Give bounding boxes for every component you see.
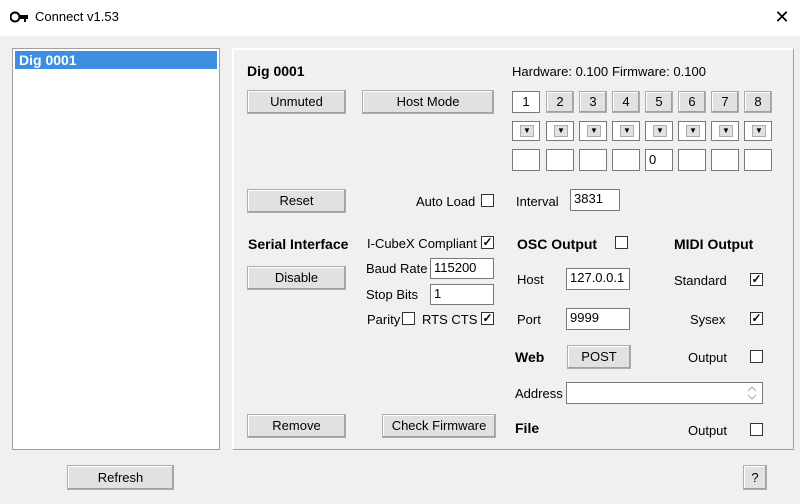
host-label: Host: [517, 272, 544, 287]
channel-4-button[interactable]: 4: [612, 91, 640, 113]
unmuted-button[interactable]: Unmuted: [247, 90, 346, 114]
midi-output-heading: MIDI Output: [674, 236, 754, 252]
web-output-label: Output: [688, 350, 728, 365]
chevron-down-icon: ▼: [686, 125, 700, 137]
midi-sysex-label: Sysex: [690, 312, 726, 327]
spinner-icon[interactable]: [745, 384, 759, 402]
remove-button[interactable]: Remove: [247, 414, 346, 438]
file-output-checkbox[interactable]: [750, 423, 763, 436]
port-input[interactable]: 9999: [566, 308, 630, 330]
address-input[interactable]: [566, 382, 763, 404]
app-icon: [10, 11, 28, 23]
interval-label: Interval: [516, 194, 559, 209]
parity-label: Parity: [367, 312, 401, 327]
stop-bits-input[interactable]: 1: [430, 284, 494, 305]
interval-input[interactable]: 3831: [570, 189, 620, 211]
refresh-button[interactable]: Refresh: [67, 465, 174, 490]
osc-output-checkbox[interactable]: [615, 236, 628, 249]
disable-button[interactable]: Disable: [247, 266, 346, 290]
file-heading: File: [515, 420, 540, 436]
channel-5-dropdown[interactable]: ▼: [645, 121, 673, 141]
midi-sysex-checkbox[interactable]: ✓: [750, 312, 763, 325]
baud-rate-input[interactable]: 115200: [430, 258, 494, 279]
auto-load-checkbox[interactable]: [481, 194, 494, 207]
rts-cts-checkbox[interactable]: ✓: [481, 312, 494, 325]
channel-6-button[interactable]: 6: [678, 91, 706, 113]
help-button[interactable]: ?: [743, 465, 767, 490]
host-input[interactable]: 127.0.0.1: [566, 268, 630, 290]
channel-6-dropdown[interactable]: ▼: [678, 121, 706, 141]
channel-7-dropdown[interactable]: ▼: [711, 121, 739, 141]
device-name: Dig 0001: [247, 63, 305, 79]
chevron-down-icon: ▼: [620, 125, 634, 137]
window-title: Connect v1.53: [35, 9, 119, 24]
address-label: Address: [515, 386, 563, 401]
midi-standard-label: Standard: [674, 273, 727, 288]
channel-8-value[interactable]: [744, 149, 772, 171]
close-icon[interactable]: ✕: [770, 6, 794, 28]
osc-output-heading: OSC Output: [517, 236, 598, 252]
channel-4-dropdown[interactable]: ▼: [612, 121, 640, 141]
device-list-item[interactable]: Dig 0001: [15, 51, 217, 69]
chevron-down-icon: ▼: [587, 125, 601, 137]
rts-cts-label: RTS CTS: [422, 312, 478, 327]
channel-3-dropdown[interactable]: ▼: [579, 121, 607, 141]
device-list[interactable]: Dig 0001: [12, 48, 220, 450]
chevron-down-icon: ▼: [554, 125, 568, 137]
parity-checkbox[interactable]: [402, 312, 415, 325]
check-firmware-button[interactable]: Check Firmware: [382, 414, 496, 438]
firmware-version: Firmware: 0.100: [612, 64, 706, 79]
auto-load-label: Auto Load: [416, 194, 476, 209]
title-bar: [0, 0, 800, 36]
baud-rate-label: Baud Rate: [366, 261, 428, 276]
channel-7-button[interactable]: 7: [711, 91, 739, 113]
port-label: Port: [517, 312, 541, 327]
chevron-down-icon: ▼: [752, 125, 766, 137]
channel-8-dropdown[interactable]: ▼: [744, 121, 772, 141]
web-heading: Web: [515, 349, 545, 365]
icubex-label: I-CubeX Compliant: [367, 236, 477, 251]
channel-7-value[interactable]: [711, 149, 739, 171]
chevron-down-icon: ▼: [719, 125, 733, 137]
channel-1-dropdown[interactable]: ▼: [512, 121, 540, 141]
midi-standard-checkbox[interactable]: ✓: [750, 273, 763, 286]
reset-button[interactable]: Reset: [247, 189, 346, 213]
web-output-checkbox[interactable]: [750, 350, 763, 363]
hardware-version: Hardware: 0.100: [512, 64, 609, 79]
channel-2-dropdown[interactable]: ▼: [546, 121, 574, 141]
channel-5-button[interactable]: 5: [645, 91, 673, 113]
post-button[interactable]: POST: [567, 345, 631, 369]
channel-1-button[interactable]: 1: [512, 91, 540, 113]
channel-3-button[interactable]: 3: [579, 91, 607, 113]
channel-4-value[interactable]: [612, 149, 640, 171]
channel-2-value[interactable]: [546, 149, 574, 171]
channel-3-value[interactable]: [579, 149, 607, 171]
host-mode-button[interactable]: Host Mode: [362, 90, 494, 114]
chevron-down-icon: ▼: [653, 125, 667, 137]
channel-2-button[interactable]: 2: [546, 91, 574, 113]
channel-1-value[interactable]: [512, 149, 540, 171]
serial-interface-heading: Serial Interface: [248, 236, 349, 252]
channel-5-value[interactable]: 0: [645, 149, 673, 171]
icubex-checkbox[interactable]: ✓: [481, 236, 494, 249]
stop-bits-label: Stop Bits: [366, 287, 419, 302]
channel-8-button[interactable]: 8: [744, 91, 772, 113]
chevron-down-icon: ▼: [520, 125, 534, 137]
file-output-label: Output: [688, 423, 728, 438]
channel-6-value[interactable]: [678, 149, 706, 171]
